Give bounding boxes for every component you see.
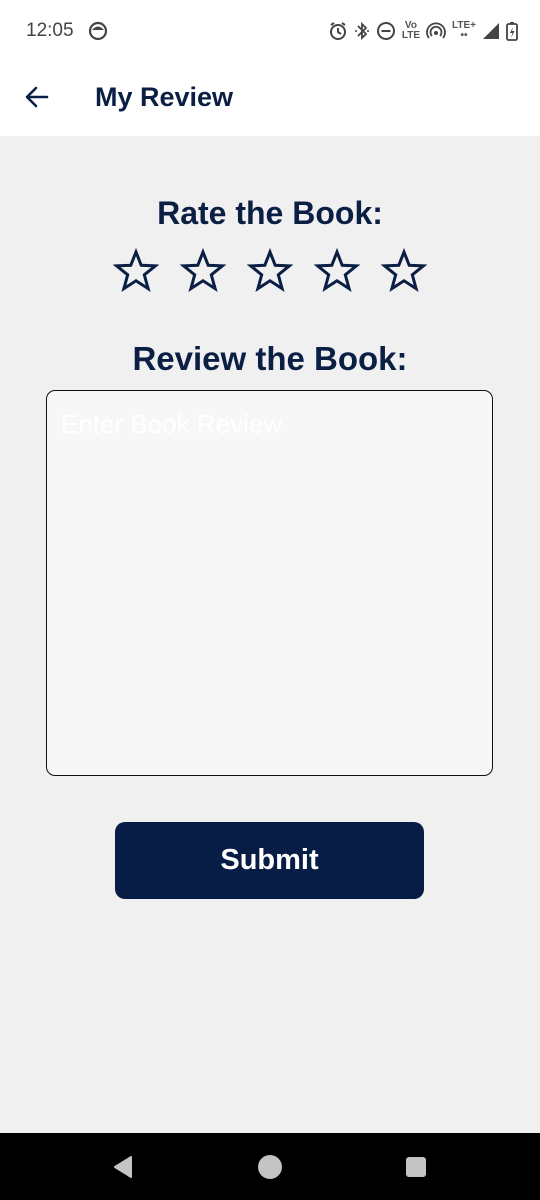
volte-bottom-text: LTE <box>401 30 421 41</box>
battery-icon <box>506 21 518 41</box>
lte-icon: LTE+ •• <box>452 20 476 41</box>
star-5-icon[interactable] <box>380 247 428 294</box>
star-4-icon[interactable] <box>313 247 361 294</box>
rate-section-title: Rate the Book: <box>157 195 383 231</box>
back-button[interactable] <box>18 80 56 118</box>
camera-notification-icon <box>88 21 108 41</box>
network-type-text: LTE+ <box>452 20 476 31</box>
review-textarea[interactable] <box>47 391 492 775</box>
star-rating <box>112 247 429 294</box>
recents-square-icon[interactable] <box>401 1153 431 1181</box>
status-bar: 12:05 Vo LTE LTE+ •• <box>0 0 540 62</box>
star-2-icon[interactable] <box>179 247 227 294</box>
volte-icon: Vo LTE <box>402 21 420 41</box>
app-bar: My Review <box>0 62 540 136</box>
review-section-title: Review the Book: <box>132 340 408 377</box>
review-input-container <box>46 390 493 776</box>
submit-button[interactable]: Submit <box>115 822 424 899</box>
page-title: My Review <box>95 82 234 112</box>
home-circle-icon[interactable] <box>255 1153 285 1181</box>
signal-icon <box>482 22 500 40</box>
system-nav-bar <box>0 1133 540 1200</box>
dnd-icon <box>376 21 396 41</box>
hotspot-icon <box>426 21 446 41</box>
arrow-left-icon <box>23 83 51 116</box>
star-3-icon[interactable] <box>246 247 294 294</box>
status-time: 12:05 <box>26 20 74 41</box>
alarm-icon <box>328 21 348 41</box>
back-triangle-icon[interactable] <box>108 1153 138 1181</box>
bluetooth-icon <box>354 21 370 41</box>
status-icons: Vo LTE LTE+ •• <box>328 16 518 46</box>
star-1-icon[interactable] <box>112 247 160 294</box>
